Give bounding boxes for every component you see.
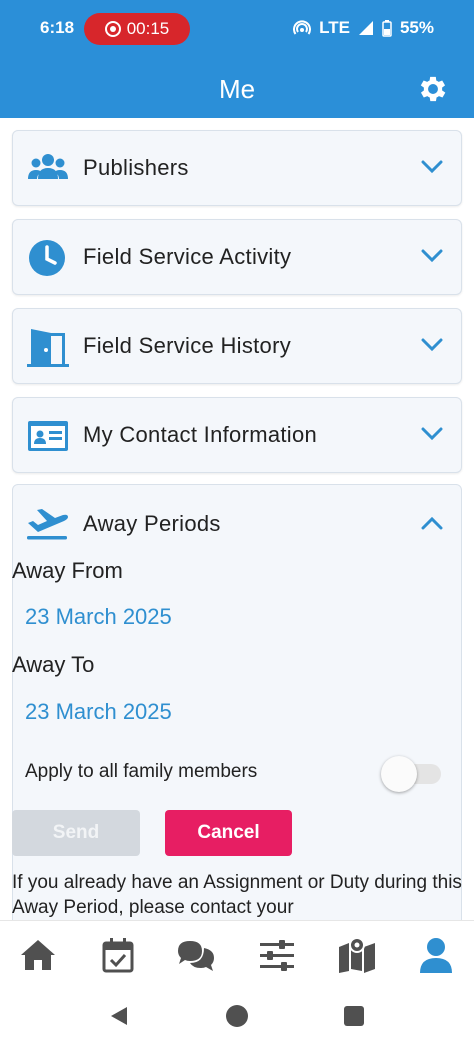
id-card-icon [28,421,68,451]
apply-family-toggle[interactable] [381,756,443,792]
away-from-date[interactable]: 23 March 2025 [25,604,172,630]
system-navigation-bar [0,992,474,1053]
send-button[interactable]: Send [12,810,140,856]
user-icon[interactable] [416,935,456,975]
recent-apps-icon[interactable] [344,1006,364,1026]
section-label: Away Periods [83,511,221,536]
cancel-button[interactable]: Cancel [165,810,292,856]
profile-content[interactable]: Publishers Field Service Activity Field … [0,118,474,920]
hotspot-icon [293,20,312,35]
signal-icon [358,21,373,35]
door-icon [27,329,69,367]
section-label: Publishers [83,155,189,180]
chevron-down-icon[interactable] [421,159,443,175]
page-title: Me [218,74,256,104]
home-button-icon[interactable] [226,1005,248,1027]
network-type: LTE [319,18,350,37]
battery-level: 55% [399,18,434,37]
recording-timer: 00:15 [126,19,170,38]
chevron-down-icon[interactable] [421,248,443,264]
section-my-contact-information[interactable]: My Contact Information [12,397,462,473]
map-icon[interactable] [337,935,377,975]
section-label: Field Service Activity [83,244,292,269]
home-icon[interactable] [18,935,58,975]
calendar-check-icon[interactable] [98,935,138,975]
section-label: Field Service History [83,333,292,358]
bottom-navigation [0,920,474,992]
apply-family-label: Apply to all family members [25,761,258,782]
status-bar: 6:18 00:15 LTE 55% [0,0,474,58]
chevron-up-icon[interactable] [421,515,443,531]
section-field-service-history[interactable]: Field Service History [12,308,462,384]
away-period-notice: If you already have an Assignment or Dut… [12,872,462,918]
section-field-service-activity[interactable]: Field Service Activity [12,219,462,295]
chevron-down-icon[interactable] [421,337,443,353]
sliders-icon[interactable] [257,935,297,975]
status-indicators: LTE 55% [293,18,434,38]
away-from-label: Away From [12,558,123,583]
plane-departure-icon [27,509,68,540]
record-icon [104,21,121,37]
gear-icon[interactable] [416,72,450,106]
clock-icon [29,240,65,276]
away-to-label: Away To [12,652,95,677]
users-icon [28,154,68,179]
chevron-down-icon[interactable] [421,426,443,442]
screen-recording-indicator[interactable]: 00:15 [84,13,190,45]
away-to-date[interactable]: 23 March 2025 [25,699,172,725]
status-time: 6:18 [40,18,75,37]
app-header: 6:18 00:15 LTE 55% Me [0,0,474,118]
battery-icon [382,19,392,37]
section-label: My Contact Information [83,422,318,447]
chat-icon[interactable] [176,935,216,975]
section-publishers[interactable]: Publishers [12,130,462,206]
toggle-knob [381,756,417,792]
back-icon[interactable] [108,1005,130,1027]
